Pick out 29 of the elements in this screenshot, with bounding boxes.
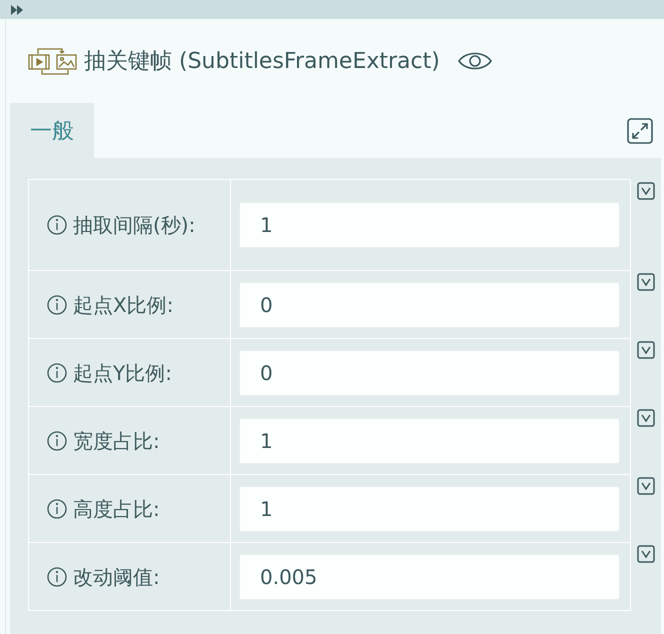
info-icon[interactable] (47, 430, 67, 450)
field-label: 抽取间隔(秒): (73, 212, 196, 239)
field-label: 起点Y比例: (73, 360, 173, 386)
eye-icon[interactable] (458, 50, 492, 72)
info-icon[interactable] (47, 566, 67, 586)
input-field[interactable]: 0 (239, 282, 620, 328)
chevron-down-icon[interactable] (637, 182, 655, 200)
info-icon[interactable] (47, 498, 67, 518)
video-to-image-icon (28, 46, 78, 76)
field-label: 起点X比例: (73, 292, 174, 318)
expand-icon[interactable] (627, 118, 653, 144)
chevron-down-icon[interactable] (637, 477, 655, 495)
input-field[interactable]: 0 (239, 350, 620, 396)
field-label: 宽度占比: (73, 428, 161, 454)
fast-forward-icon[interactable] (11, 4, 23, 14)
input-field[interactable]: 1 (239, 418, 620, 464)
input-field[interactable]: 1 (239, 202, 620, 248)
input-field[interactable]: 1 (239, 486, 620, 532)
chevron-down-icon[interactable] (637, 545, 655, 563)
info-icon[interactable] (47, 294, 67, 314)
input-field[interactable]: 0.005 (239, 554, 620, 600)
field-label: 高度占比: (73, 496, 161, 522)
chevron-down-icon[interactable] (637, 273, 655, 291)
info-icon[interactable] (47, 362, 67, 382)
info-icon[interactable] (47, 215, 67, 235)
chevron-down-icon[interactable] (637, 409, 655, 427)
chevron-down-icon[interactable] (637, 341, 655, 359)
field-label: 改动阈值: (73, 564, 161, 590)
panel-title: 抽关键帧 (SubtitlesFrameExtract) (84, 48, 440, 76)
